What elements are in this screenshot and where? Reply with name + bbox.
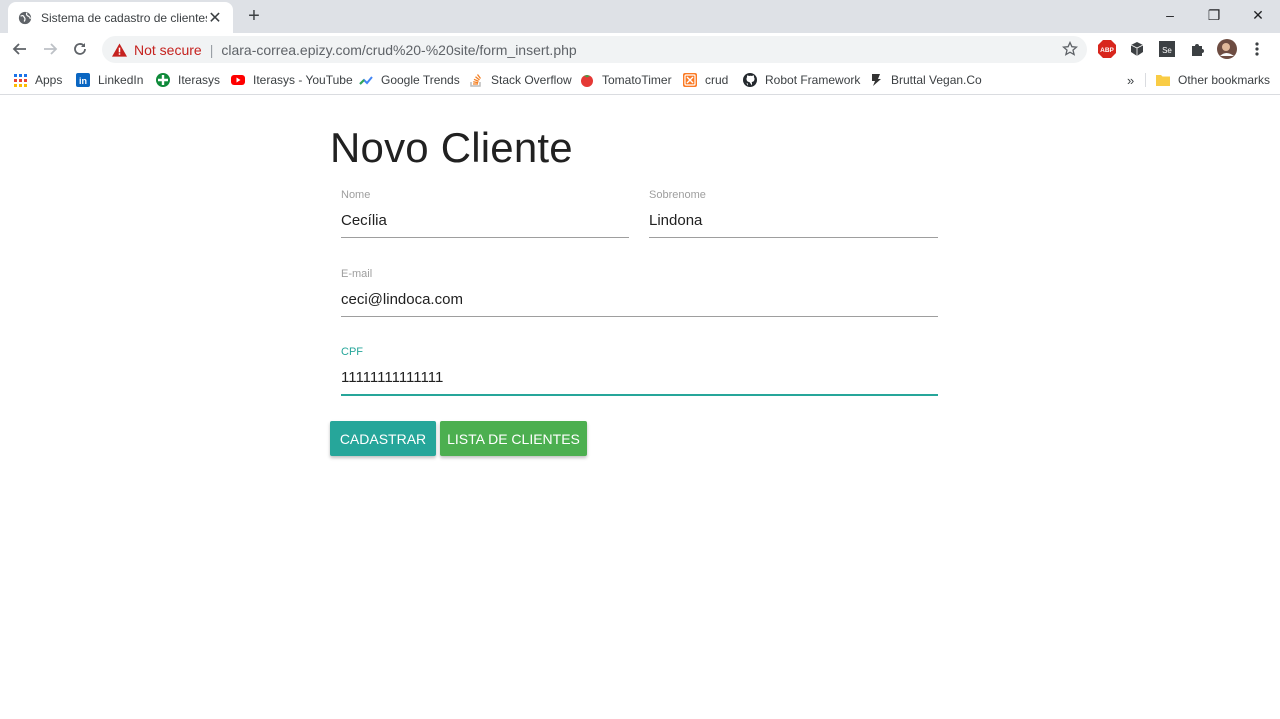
other-bookmarks[interactable]: Other bookmarks	[1156, 71, 1270, 89]
bookmarks-divider	[1145, 73, 1146, 87]
selenium-extension-icon[interactable]: Se	[1158, 40, 1176, 58]
browser-tab[interactable]: Sistema de cadastro de clientes ✕	[8, 2, 233, 33]
cpf-underline	[341, 394, 938, 396]
bookmark-label: Bruttal Vegan.Co	[891, 73, 982, 87]
warning-triangle-icon	[112, 42, 127, 57]
bookmark-crud[interactable]: crud	[683, 71, 728, 89]
page-title: Novo Cliente	[330, 124, 573, 171]
cube-extension-icon[interactable]	[1128, 40, 1146, 58]
back-button[interactable]	[8, 37, 32, 61]
bookmark-label: TomatoTimer	[602, 73, 672, 87]
bookmarks-overflow-button[interactable]: »	[1127, 71, 1134, 89]
bookmark-label: Iterasys	[178, 73, 221, 87]
email-label: E-mail	[341, 268, 373, 280]
bookmark-google-trends[interactable]: Google Trends	[359, 71, 460, 89]
bookmark-label: Apps	[35, 73, 63, 87]
forward-button[interactable]	[38, 37, 62, 61]
cpf-input[interactable]: 11111111111111	[341, 368, 938, 394]
restore-button[interactable]: ❐	[1192, 0, 1236, 30]
stackoverflow-icon	[469, 73, 483, 87]
sobrenome-field: Sobrenome Lindona	[649, 189, 938, 238]
trends-icon	[359, 73, 373, 87]
svg-text:Se: Se	[1162, 46, 1172, 55]
bookmark-star-icon[interactable]	[1062, 41, 1078, 57]
bookmark-iterasys-youtube[interactable]: Iterasys - YouTube	[231, 71, 353, 89]
bookmark-iterasys[interactable]: Iterasys	[156, 71, 220, 89]
cpf-label: CPF	[341, 346, 363, 358]
bookmark-label: Robot Framework	[765, 73, 861, 87]
lista-de-clientes-button[interactable]: LISTA DE CLIENTES	[440, 421, 587, 456]
tomato-icon	[580, 73, 594, 87]
menu-kebab-icon[interactable]	[1248, 40, 1266, 58]
email-underline	[341, 316, 938, 317]
iterasys-icon	[156, 73, 170, 87]
nome-field: Nome Cecília	[341, 189, 629, 238]
tab-close-icon[interactable]: ✕	[207, 8, 223, 28]
tab-title: Sistema de cadastro de clientes	[41, 10, 207, 25]
bookmark-label: crud	[705, 73, 729, 87]
bookmark-label: Stack Overflow	[491, 73, 572, 87]
cadastrar-button[interactable]: CADASTRAR	[330, 421, 436, 456]
url-text[interactable]: clara-correa.epizy.com/crud%20-%20site/f…	[221, 42, 576, 58]
reload-button[interactable]	[68, 37, 92, 61]
bookmark-robot-framework[interactable]: Robot Framework	[743, 71, 860, 89]
folder-icon	[1156, 73, 1170, 87]
nome-label: Nome	[341, 189, 371, 201]
profile-avatar[interactable]	[1217, 39, 1237, 59]
bookmark-label: Google Trends	[381, 73, 460, 87]
security-label[interactable]: Not secure	[134, 42, 202, 58]
apps-grid-icon	[13, 73, 27, 87]
puzzle-extensions-icon[interactable]	[1188, 40, 1206, 58]
email-field: E-mail ceci@lindoca.com	[341, 268, 938, 317]
bookmark-label: LinkedIn	[98, 73, 144, 87]
linkedin-icon: in	[76, 73, 90, 87]
adblock-extension-icon[interactable]: ABP	[1098, 40, 1116, 58]
bookmark-linkedin[interactable]: in LinkedIn	[76, 71, 143, 89]
bookmark-stack-overflow[interactable]: Stack Overflow	[469, 71, 572, 89]
close-window-button[interactable]: ✕	[1236, 0, 1280, 30]
url-separator: |	[209, 41, 214, 58]
sobrenome-underline	[649, 237, 938, 238]
bookmark-apps[interactable]: Apps	[13, 71, 62, 89]
bruttal-icon	[869, 73, 883, 87]
sobrenome-input[interactable]: Lindona	[649, 211, 938, 237]
new-tab-button[interactable]: +	[243, 5, 265, 27]
tab-strip: Sistema de cadastro de clientes ✕ + – ❐ …	[0, 0, 1280, 33]
youtube-icon	[231, 73, 245, 87]
bookmark-bruttal-vegan[interactable]: Bruttal Vegan.Co	[869, 71, 982, 89]
nome-input[interactable]: Cecília	[341, 211, 629, 237]
bookmarks-bar: Apps in LinkedIn Iterasys Iterasys - You…	[0, 65, 1280, 95]
browser-toolbar: Not secure | clara-correa.epizy.com/crud…	[0, 33, 1280, 65]
forward-arrow-icon	[44, 43, 58, 55]
reload-icon	[74, 43, 86, 55]
svg-text:ABP: ABP	[1100, 47, 1114, 54]
bookmark-tomatotimer[interactable]: TomatoTimer	[580, 71, 672, 89]
minimize-button[interactable]: –	[1148, 0, 1192, 30]
bookmark-label: Iterasys - YouTube	[253, 73, 353, 87]
github-icon	[743, 73, 757, 87]
cpf-field: CPF 11111111111111	[341, 346, 938, 396]
globe-icon	[18, 11, 32, 24]
back-arrow-icon	[12, 43, 26, 55]
address-bar[interactable]: Not secure | clara-correa.epizy.com/crud…	[102, 36, 1087, 63]
sobrenome-label: Sobrenome	[649, 189, 706, 201]
xampp-icon	[683, 73, 697, 87]
nome-underline	[341, 237, 629, 238]
email-input[interactable]: ceci@lindoca.com	[341, 290, 938, 316]
other-bookmarks-label: Other bookmarks	[1178, 73, 1271, 87]
svg-text:in: in	[79, 76, 87, 86]
